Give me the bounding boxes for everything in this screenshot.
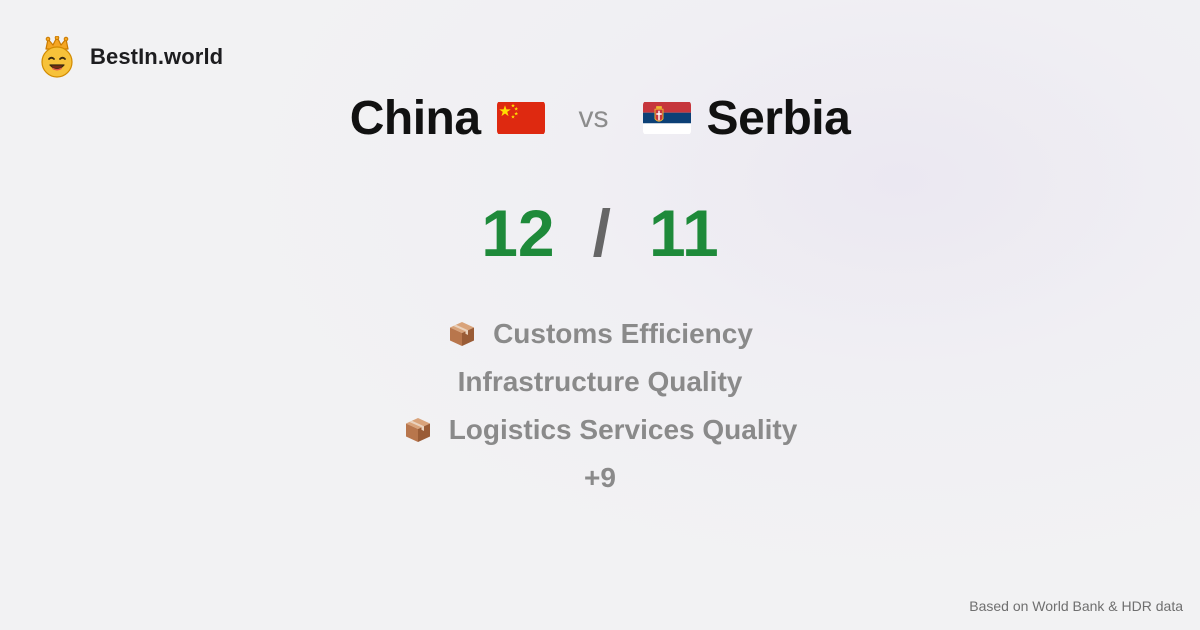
metric-label: Logistics Services Quality [448, 414, 798, 445]
metric-label: Customs Efficiency [493, 318, 753, 349]
score-row: 12 / 11 [0, 196, 1200, 270]
metric-customs-efficiency[interactable]: Customs Efficiency [0, 310, 1200, 358]
brand[interactable]: BestIn.world [38, 35, 224, 78]
metric-infrastructure-quality[interactable]: Infrastructure Quality [0, 358, 1200, 406]
more-metrics-count[interactable]: +9 [0, 454, 1200, 502]
score-b: 11 [648, 196, 719, 270]
data-source-note: Based on World Bank & HDR data [969, 598, 1183, 614]
metrics-list: Customs Efficiency Infrastructure Qualit… [0, 310, 1200, 502]
package-box-icon [403, 415, 433, 445]
metric-logistics-services-quality[interactable]: Logistics Services Quality [0, 406, 1200, 454]
package-box-icon [447, 319, 477, 349]
china-flag-icon [496, 101, 545, 135]
score-a: 12 [481, 196, 555, 270]
comparison-title: China vs Serbia [0, 86, 1200, 150]
serbia-flag-icon [642, 101, 691, 135]
country-a-name[interactable]: China [350, 91, 481, 146]
metric-label: +9 [584, 462, 616, 493]
smiling-crown-face-icon [38, 35, 76, 78]
score-separator: / [592, 196, 611, 270]
metric-label: Infrastructure Quality [457, 366, 743, 397]
brand-name: BestIn.world [90, 44, 224, 69]
country-b-name[interactable]: Serbia [707, 91, 851, 146]
vs-label: vs [578, 101, 609, 134]
